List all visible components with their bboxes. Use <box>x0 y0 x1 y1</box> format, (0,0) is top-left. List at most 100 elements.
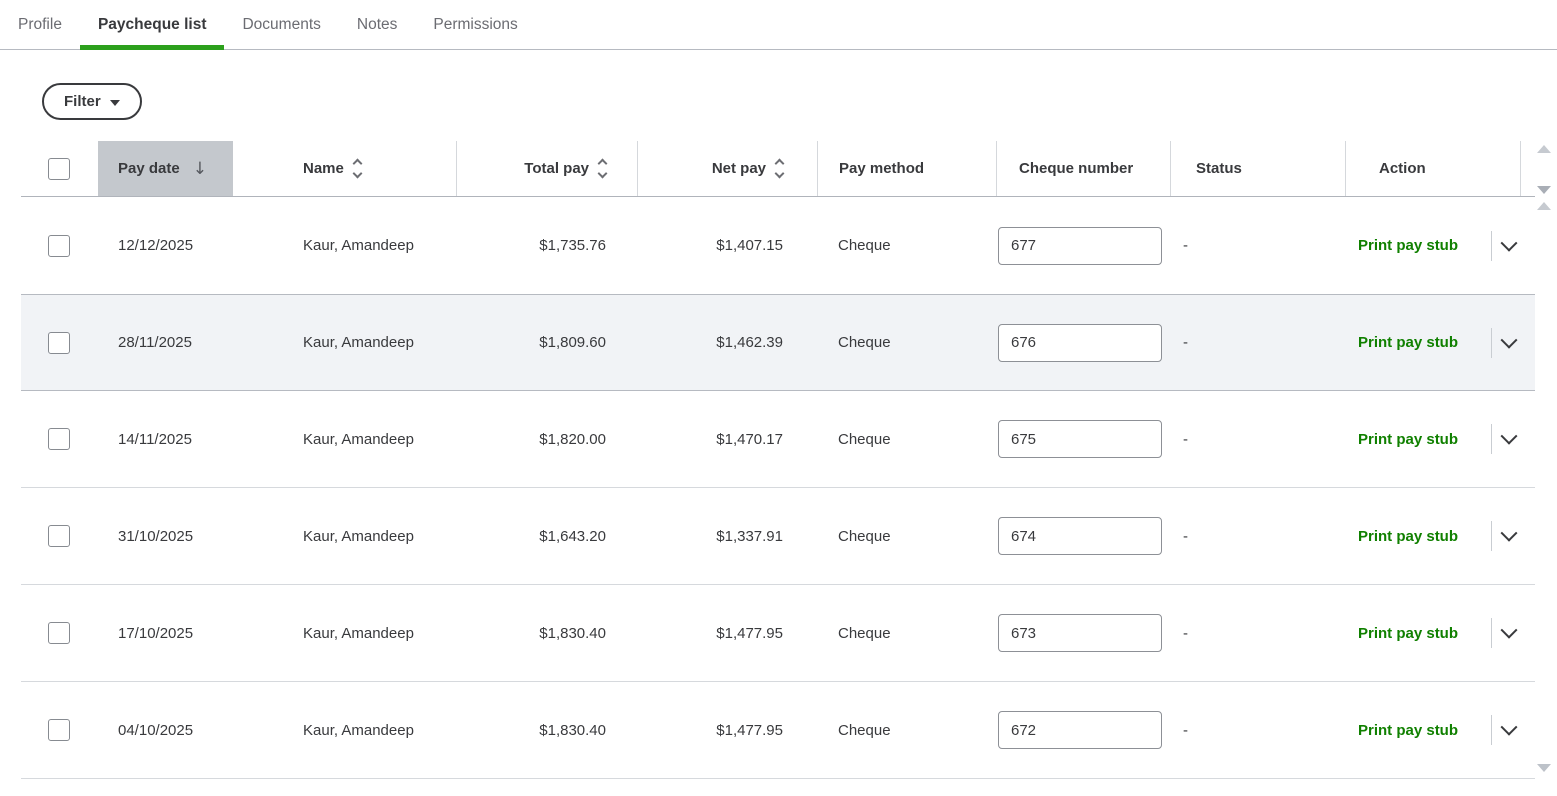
filter-button[interactable]: Filter <box>42 83 142 120</box>
action-divider <box>1491 328 1492 358</box>
select-all-checkbox[interactable] <box>48 158 70 180</box>
action-menu-group <box>1491 231 1521 261</box>
pay-date-cell: 17/10/2025 <box>98 625 233 642</box>
scrollbar-down-arrow[interactable] <box>1537 764 1551 772</box>
sort-icon <box>599 160 606 177</box>
pay-date-cell: 12/12/2025 <box>98 237 233 254</box>
employee-name-cell: Kaur, Amandeep <box>233 431 456 448</box>
row-select-cell <box>44 622 98 644</box>
net-pay-cell: $1,407.15 <box>637 237 817 254</box>
row-select-cell <box>44 428 98 450</box>
row-checkbox[interactable] <box>48 428 70 450</box>
action-cell: Print pay stub <box>1345 488 1521 584</box>
row-select-cell <box>44 235 98 257</box>
print-pay-stub-link[interactable]: Print pay stub <box>1358 625 1458 642</box>
header-action: Action <box>1345 141 1521 196</box>
tab-permissions-label: Permissions <box>433 16 517 34</box>
total-pay-cell: $1,809.60 <box>456 334 637 351</box>
cheque-number-input[interactable] <box>998 614 1162 652</box>
paycheque-list-page: Profile Paycheque list Documents Notes P… <box>0 0 1557 796</box>
pay-method-cell: Cheque <box>817 722 996 739</box>
scrollbar-down-arrow[interactable] <box>1537 186 1551 194</box>
header-status: Status <box>1170 141 1345 196</box>
scrollbar-up-arrow[interactable] <box>1537 145 1551 153</box>
tab-permissions[interactable]: Permissions <box>415 0 535 49</box>
action-menu-group <box>1491 521 1521 551</box>
net-pay-cell: $1,477.95 <box>637 625 817 642</box>
sort-descending-icon: ↓ <box>193 159 207 179</box>
print-pay-stub-link[interactable]: Print pay stub <box>1358 237 1458 254</box>
sort-icon <box>354 160 361 177</box>
sort-icon <box>776 160 783 177</box>
total-pay-cell: $1,820.00 <box>456 431 637 448</box>
cheque-number-input[interactable] <box>998 227 1162 265</box>
pay-method-cell: Cheque <box>817 431 996 448</box>
cheque-number-input[interactable] <box>998 324 1162 362</box>
cheque-number-cell <box>996 614 1170 652</box>
total-pay-cell: $1,830.40 <box>456 722 637 739</box>
total-pay-cell: $1,735.76 <box>456 237 637 254</box>
tab-paycheque-list[interactable]: Paycheque list <box>80 0 225 49</box>
header-pay-method-label: Pay method <box>839 160 924 177</box>
print-pay-stub-link[interactable]: Print pay stub <box>1358 722 1458 739</box>
action-menu-group <box>1491 424 1521 454</box>
row-checkbox[interactable] <box>48 719 70 741</box>
row-checkbox[interactable] <box>48 622 70 644</box>
header-pay-date[interactable]: Pay date ↓ <box>98 141 233 196</box>
paycheque-row: 12/12/2025 Kaur, Amandeep $1,735.76 $1,4… <box>21 197 1535 294</box>
header-name[interactable]: Name <box>233 141 456 196</box>
header-cheque-number: Cheque number <box>996 141 1170 196</box>
header-net-pay[interactable]: Net pay <box>637 141 817 196</box>
cheque-number-cell <box>996 324 1170 362</box>
row-checkbox[interactable] <box>48 235 70 257</box>
pay-date-cell: 31/10/2025 <box>98 528 233 545</box>
action-cell: Print pay stub <box>1345 197 1521 294</box>
paycheque-row: 04/10/2025 Kaur, Amandeep $1,830.40 $1,4… <box>21 682 1535 779</box>
employee-name-cell: Kaur, Amandeep <box>233 237 456 254</box>
employee-tabbar: Profile Paycheque list Documents Notes P… <box>0 0 1557 50</box>
paycheque-table: Pay date ↓ Name Total pay Net pay Pay me… <box>0 141 1557 779</box>
paycheque-row: 28/11/2025 Kaur, Amandeep $1,809.60 $1,4… <box>21 294 1535 391</box>
print-pay-stub-link[interactable]: Print pay stub <box>1358 334 1458 351</box>
tab-notes[interactable]: Notes <box>339 0 416 49</box>
chevron-down-icon[interactable] <box>1501 428 1518 445</box>
paycheque-row: 14/11/2025 Kaur, Amandeep $1,820.00 $1,4… <box>21 391 1535 488</box>
chevron-down-icon[interactable] <box>1501 622 1518 639</box>
header-action-label: Action <box>1379 160 1426 177</box>
pay-method-cell: Cheque <box>817 625 996 642</box>
tab-profile[interactable]: Profile <box>0 0 80 49</box>
action-menu-group <box>1491 618 1521 648</box>
status-cell: - <box>1170 334 1345 351</box>
cheque-number-input[interactable] <box>998 711 1162 749</box>
cheque-number-input[interactable] <box>998 517 1162 555</box>
chevron-down-icon[interactable] <box>1501 331 1518 348</box>
tab-notes-label: Notes <box>357 16 398 34</box>
scrollbar-up-arrow[interactable] <box>1537 202 1551 210</box>
action-cell: Print pay stub <box>1345 295 1521 390</box>
cheque-number-input[interactable] <box>998 420 1162 458</box>
select-all-cell <box>44 141 98 196</box>
row-checkbox[interactable] <box>48 332 70 354</box>
pay-date-cell: 14/11/2025 <box>98 431 233 448</box>
chevron-down-icon[interactable] <box>1501 525 1518 542</box>
row-checkbox[interactable] <box>48 525 70 547</box>
employee-name-cell: Kaur, Amandeep <box>233 625 456 642</box>
employee-name-cell: Kaur, Amandeep <box>233 722 456 739</box>
tab-documents[interactable]: Documents <box>224 0 338 49</box>
filter-button-label: Filter <box>64 93 101 110</box>
print-pay-stub-link[interactable]: Print pay stub <box>1358 431 1458 448</box>
print-pay-stub-link[interactable]: Print pay stub <box>1358 528 1458 545</box>
chevron-down-icon[interactable] <box>1501 719 1518 736</box>
header-total-pay[interactable]: Total pay <box>456 141 637 196</box>
pay-date-cell: 04/10/2025 <box>98 722 233 739</box>
cheque-number-cell <box>996 420 1170 458</box>
cheque-number-cell <box>996 517 1170 555</box>
cheque-number-cell <box>996 227 1170 265</box>
header-net-pay-label: Net pay <box>712 160 766 177</box>
total-pay-cell: $1,643.20 <box>456 528 637 545</box>
row-select-cell <box>44 719 98 741</box>
action-divider <box>1491 618 1492 648</box>
paycheque-row: 31/10/2025 Kaur, Amandeep $1,643.20 $1,3… <box>21 488 1535 585</box>
action-menu-group <box>1491 328 1521 358</box>
chevron-down-icon[interactable] <box>1501 234 1518 251</box>
